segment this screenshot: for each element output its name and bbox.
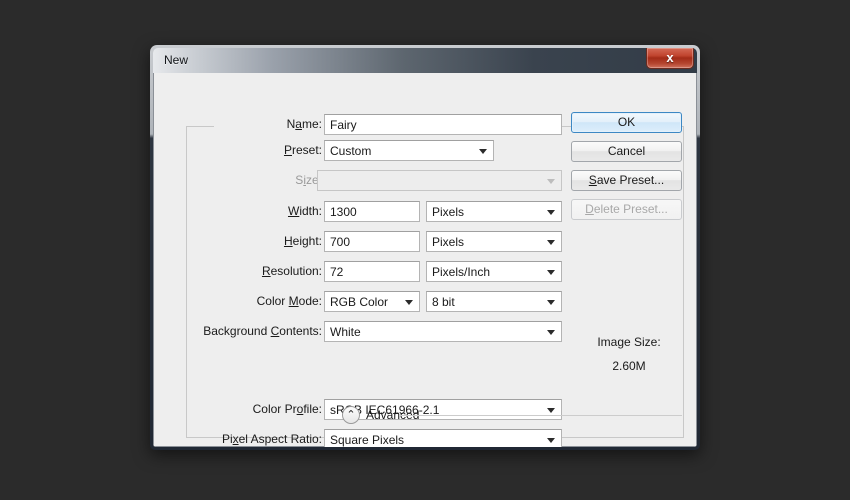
- pixel-aspect-ratio-select[interactable]: Square Pixels: [324, 429, 562, 447]
- preset-label: Preset:: [154, 143, 322, 157]
- delete-preset-button: Delete Preset...: [571, 199, 682, 220]
- color-mode-value: RGB Color: [330, 295, 389, 309]
- preset-select[interactable]: Custom: [324, 140, 494, 161]
- pixel-aspect-ratio-label: Pixel Aspect Ratio:: [153, 432, 322, 446]
- width-unit-select[interactable]: Pixels: [426, 201, 562, 222]
- delete-preset-label-acc: D: [585, 202, 594, 216]
- delete-preset-label-post: elete Preset...: [593, 202, 668, 216]
- title-bar[interactable]: New x: [153, 48, 697, 74]
- resolution-label-acc: R: [261, 264, 271, 278]
- width-label: Width:: [154, 204, 322, 218]
- chevron-down-icon: [547, 438, 555, 443]
- color-depth-value: 8 bit: [432, 295, 455, 309]
- size-select: [317, 170, 562, 191]
- preset-label-post: reset:: [291, 143, 322, 157]
- resolution-unit-value: Pixels/Inch: [432, 265, 491, 279]
- chevron-down-icon: [479, 149, 487, 154]
- name-label-acc: a: [295, 117, 302, 131]
- chevron-down-icon: [547, 240, 555, 245]
- height-input[interactable]: 700: [324, 231, 420, 252]
- height-label-acc: H: [283, 234, 293, 248]
- chevron-down-icon: [547, 179, 555, 184]
- save-preset-button[interactable]: Save Preset...: [571, 170, 682, 191]
- background-contents-label: Background Contents:: [153, 324, 322, 338]
- row-pixel-aspect-ratio: Pixel Aspect Ratio: Square Pixels: [154, 429, 562, 447]
- window-inner: New x Name: Fairy Preset: Custom Size: W…: [153, 48, 697, 447]
- advanced-collapse-button[interactable]: ⌃: [342, 406, 360, 424]
- color-mode-label: Color Mode:: [154, 294, 322, 308]
- height-label: Height:: [154, 234, 322, 248]
- row-height: Height: 700 Pixels: [154, 231, 562, 253]
- pixel-aspect-ratio-value: Square Pixels: [330, 433, 405, 447]
- color-profile-label-pre: Color Pr: [252, 402, 297, 416]
- row-size: Size:: [154, 170, 562, 192]
- dialog-client-area: Name: Fairy Preset: Custom Size: Width: …: [153, 73, 697, 447]
- row-resolution: Resolution: 72 Pixels/Inch: [154, 261, 562, 283]
- ok-button[interactable]: OK: [571, 112, 682, 133]
- window-title: New: [164, 53, 189, 67]
- chevron-down-icon: [547, 408, 555, 413]
- name-label-post: me:: [301, 117, 322, 131]
- background-contents-label-acc: C: [270, 324, 280, 338]
- size-label: Size:: [154, 173, 322, 187]
- preset-label-acc: P: [283, 143, 292, 157]
- color-profile-label-post: file:: [303, 402, 322, 416]
- resolution-label-post: esolution:: [270, 264, 322, 278]
- width-unit-value: Pixels: [432, 205, 465, 219]
- cancel-button[interactable]: Cancel: [571, 141, 682, 162]
- background-contents-value: White: [330, 325, 361, 339]
- color-profile-label: Color Profile:: [153, 402, 322, 416]
- color-mode-label-post: ode:: [298, 294, 322, 308]
- name-input[interactable]: Fairy: [324, 114, 562, 135]
- chevron-down-icon: [547, 210, 555, 215]
- color-mode-label-acc: M: [288, 294, 299, 308]
- color-depth-select[interactable]: 8 bit: [426, 291, 562, 312]
- save-preset-label-acc: S: [588, 173, 597, 187]
- width-label-acc: W: [287, 204, 300, 218]
- height-unit-value: Pixels: [432, 235, 465, 249]
- row-width: Width: 1300 Pixels: [154, 201, 562, 223]
- resolution-unit-select[interactable]: Pixels/Inch: [426, 261, 562, 282]
- close-button[interactable]: x: [646, 48, 694, 69]
- pixel-aspect-ratio-label-pre: Pi: [221, 432, 233, 446]
- resolution-label: Resolution:: [154, 264, 322, 278]
- row-preset: Preset: Custom: [154, 140, 562, 162]
- form-panel: Name: Fairy Preset: Custom Size: Width: …: [153, 73, 562, 447]
- row-name: Name: Fairy: [154, 114, 562, 136]
- new-document-dialog: New x Name: Fairy Preset: Custom Size: W…: [150, 45, 700, 450]
- chevron-up-icon: ⌃: [346, 409, 356, 421]
- image-size-label: Image Size:: [597, 335, 661, 349]
- pixel-aspect-ratio-label-post: el Aspect Ratio:: [238, 432, 322, 446]
- height-unit-select[interactable]: Pixels: [426, 231, 562, 252]
- background-contents-label-pre: Background: [203, 324, 271, 338]
- name-label-pre: N: [286, 117, 296, 131]
- row-color-mode: Color Mode: RGB Color 8 bit: [154, 291, 562, 313]
- chevron-down-icon: [547, 330, 555, 335]
- chevron-down-icon: [547, 300, 555, 305]
- close-icon: x: [666, 50, 674, 65]
- name-label: Name:: [154, 117, 322, 131]
- height-label-post: eight:: [292, 234, 322, 248]
- save-preset-label-post: ave Preset...: [596, 173, 665, 187]
- preset-value: Custom: [330, 144, 372, 158]
- color-mode-label-pre: Color: [256, 294, 289, 308]
- background-contents-select[interactable]: White: [324, 321, 562, 342]
- chevron-down-icon: [405, 300, 413, 305]
- image-size-value: 2.60M: [612, 359, 646, 373]
- width-input[interactable]: 1300: [324, 201, 420, 222]
- background-contents-label-post: ontents:: [279, 324, 322, 338]
- width-label-post: idth:: [299, 204, 322, 218]
- resolution-input[interactable]: 72: [324, 261, 420, 282]
- chevron-down-icon: [547, 270, 555, 275]
- row-background-contents: Background Contents: White: [154, 321, 562, 343]
- color-mode-select[interactable]: RGB Color: [324, 291, 420, 312]
- dialog-button-panel: OK Cancel Save Preset... Delete Preset..…: [562, 73, 696, 446]
